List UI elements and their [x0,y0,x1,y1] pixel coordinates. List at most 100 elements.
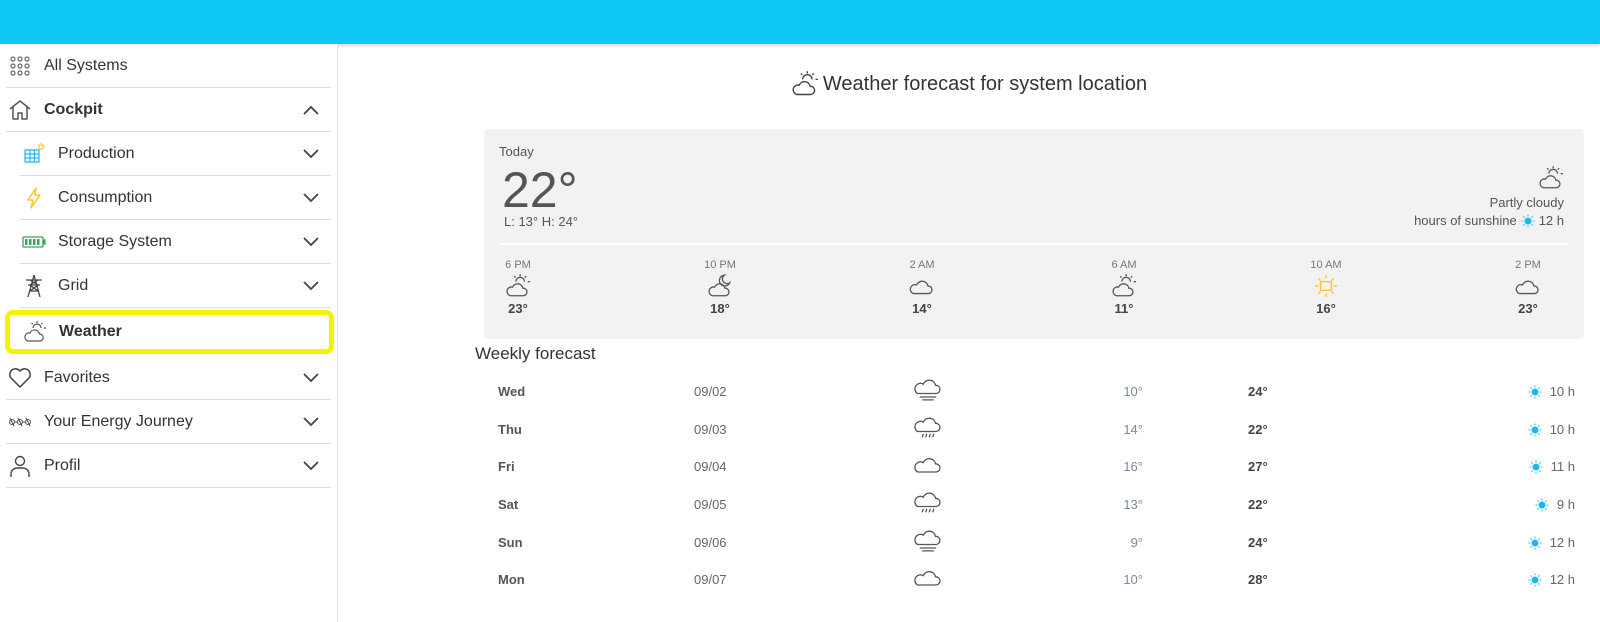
week-low: 13° [1123,497,1143,512]
week-date: 09/04 [694,459,727,474]
main-content: Weather forecast for system location Tod… [338,44,1600,622]
chevron-down-icon[interactable] [301,188,321,208]
week-date: 09/05 [694,497,727,512]
week-date: 09/02 [694,384,727,399]
sidebar-item-consumption[interactable]: Consumption [20,176,331,220]
rain-cloud-icon [914,417,941,438]
week-high: 22° [1248,497,1268,512]
week-day: Sun [498,535,523,550]
weekly-row: Sat 09/05 13° 22° 9 h [478,487,1598,523]
rain-cloud-icon [914,492,941,513]
sun-icon [1529,460,1543,473]
partly-cloudy-icon [792,71,818,96]
week-day: Wed [498,384,526,399]
week-date: 09/03 [694,422,727,437]
sidebar-item-label: All Systems [44,56,128,74]
week-sunshine-value: 10 h [1549,422,1575,437]
weekly-row: Sun 09/06 9° 24° 12 h [478,525,1598,561]
grid-dots-icon [6,52,34,80]
today-card: Today 22° L: 13° H: 24° Partly cloudy ho… [484,129,1584,339]
hourly-item: 2 PM 23° [1498,259,1558,316]
page-title: Weather forecast for system location [338,70,1600,98]
week-date: 09/07 [694,572,727,587]
hour-time: 2 PM [1515,259,1541,271]
sidebar-item-energy-journey[interactable]: Your Energy Journey [6,400,331,444]
sidebar-item-storage-system[interactable]: Storage System [20,220,331,264]
sidebar-item-weather[interactable]: Weather [5,310,334,354]
week-day: Sat [498,497,519,512]
week-date: 09/06 [694,535,727,550]
weekly-row: Fri 09/04 16° 27° 11 h [478,449,1598,485]
sidebar-item-profil[interactable]: Profil [6,444,331,488]
sun-icon [1535,498,1549,511]
weekly-forecast-title: Weekly forecast [475,344,596,363]
sun-icon [1521,214,1535,227]
chevron-down-icon[interactable] [301,412,321,432]
home-icon [6,96,34,124]
week-day: Thu [498,422,522,437]
hourly-item: 6 AM 11° [1094,259,1154,316]
top-bar [0,0,1600,44]
moon-cloud-icon [708,274,732,297]
chevron-down-icon[interactable] [301,456,321,476]
weekly-row: Wed 09/02 10° 24° 10 h [478,374,1598,410]
week-day: Mon [498,572,525,587]
sidebar-item-label: Favorites [44,368,110,386]
sidebar-item-label: Cockpit [44,100,103,118]
hour-temp: 23° [1518,301,1538,316]
sun-icon [1528,423,1542,436]
hour-temp: 16° [1316,301,1336,316]
chevron-down-icon[interactable] [301,232,321,252]
cloud-icon [914,571,941,586]
partly-cloudy-icon [21,318,49,346]
cloud-icon [909,280,933,295]
week-low: 16° [1123,459,1143,474]
week-sunshine: 12 h [1528,535,1575,550]
week-high: 24° [1248,384,1268,399]
journey-icon [6,408,34,436]
sidebar-item-all-systems[interactable]: All Systems [6,44,331,88]
divider [499,243,1569,245]
partly-cloudy-icon [1539,166,1563,189]
battery-icon [20,228,48,256]
week-high: 28° [1248,572,1268,587]
sidebar-item-label: Production [58,144,135,162]
chevron-down-icon[interactable] [301,144,321,164]
chevron-up-icon[interactable] [301,100,321,120]
today-label: Today [499,144,534,159]
sidebar-item-production[interactable]: Production [20,132,331,176]
week-sunshine-value: 12 h [1549,535,1575,550]
sunshine-label: hours of sunshine [1414,213,1517,228]
hour-temp: 23° [508,301,528,316]
current-temperature: 22° [502,162,578,218]
sidebar-item-cockpit[interactable]: Cockpit [6,88,331,132]
sidebar-item-grid[interactable]: Grid [20,264,331,308]
chevron-down-icon[interactable] [301,276,321,296]
hour-time: 10 AM [1310,259,1342,271]
week-sunshine-value: 12 h [1549,572,1575,587]
condition-text: Partly cloudy [1489,195,1564,210]
sunshine-info: hours of sunshine 12 h [1414,213,1564,228]
week-sunshine: 9 h [1535,497,1575,512]
hourly-item: 2 AM 14° [892,259,952,316]
chevron-down-icon[interactable] [301,368,321,388]
partly-cloudy-icon [506,274,530,297]
sidebar-item-label: Storage System [58,232,172,250]
hourly-item: 6 PM 23° [488,259,548,316]
sun-icon [1528,573,1542,586]
sidebar-item-favorites[interactable]: Favorites [6,356,331,400]
weekly-row: Mon 09/07 10° 28° 12 h [478,562,1598,598]
week-sunshine: 10 h [1528,422,1575,437]
partly-cloudy-icon [1112,274,1136,297]
week-low: 14° [1123,422,1143,437]
week-high: 22° [1248,422,1268,437]
week-high: 27° [1248,459,1268,474]
sidebar: All Systems Cockpit Production Consumpti… [0,44,338,622]
weekly-row: Thu 09/03 14° 22° 10 h [478,412,1598,448]
week-sunshine: 11 h [1529,459,1575,474]
lightning-icon [20,184,48,212]
sunshine-value: 12 h [1538,213,1564,228]
heart-icon [6,364,34,392]
week-high: 24° [1248,535,1268,550]
hour-temp: 11° [1114,301,1134,316]
